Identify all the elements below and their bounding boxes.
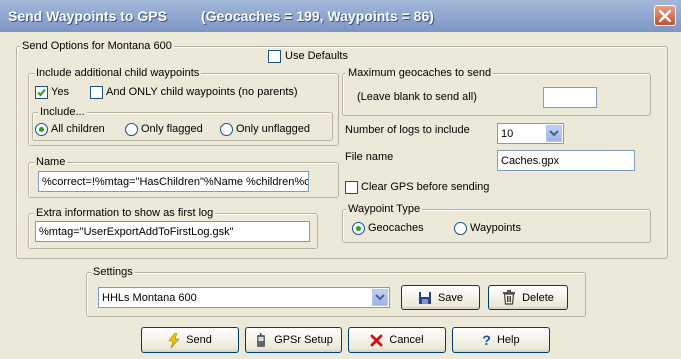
only-flagged-label: Only flagged — [141, 123, 203, 135]
logs-dropdown-arrow[interactable] — [546, 125, 562, 142]
extra-info-label: Extra information to show as first log — [34, 207, 216, 219]
chevron-down-icon — [375, 294, 385, 301]
lightning-icon — [168, 332, 180, 348]
waypoints-label: Waypoints — [470, 222, 521, 234]
logs-select[interactable]: 10 — [497, 123, 564, 144]
cancel-button[interactable]: Cancel — [348, 327, 446, 353]
question-mark-icon: ? — [482, 332, 491, 348]
gps-device-icon — [257, 332, 266, 347]
file-name-input[interactable]: Caches.gpx — [497, 150, 635, 171]
waypoints-radio[interactable] — [454, 222, 467, 235]
all-children-label: All children — [51, 123, 105, 135]
settings-dropdown-arrow[interactable] — [372, 289, 388, 306]
help-label: Help — [496, 334, 520, 346]
all-children-radio[interactable] — [35, 123, 48, 136]
send-options-label: Send Options for Montana 600 — [20, 40, 174, 52]
name-input[interactable]: %correct=!%mtag="HasChildren"%Name %chil… — [38, 171, 309, 192]
waypoint-type-label: Waypoint Type — [346, 203, 423, 215]
file-name-label: File name — [345, 151, 394, 163]
close-button[interactable] — [654, 5, 676, 26]
close-icon — [659, 10, 671, 22]
geocaches-label: Geocaches — [368, 222, 424, 234]
yes-label: Yes — [51, 86, 69, 98]
red-x-icon — [370, 334, 383, 346]
only-flagged-radio[interactable] — [125, 123, 138, 136]
delete-label: Delete — [522, 291, 554, 304]
gpsr-setup-label: GPSr Setup — [274, 334, 333, 346]
max-geocaches-hint: (Leave blank to send all) — [357, 91, 477, 103]
save-label: Save — [437, 291, 464, 304]
only-child-label: And ONLY child waypoints (no parents) — [106, 86, 298, 98]
help-button[interactable]: ? Help — [452, 327, 550, 353]
send-button[interactable]: Send — [141, 327, 239, 353]
logs-value: 10 — [501, 128, 514, 140]
child-waypoints-label: Include additional child waypoints — [34, 67, 202, 79]
settings-label: Settings — [91, 266, 135, 278]
use-defaults-checkbox[interactable] — [268, 50, 281, 63]
logs-label: Number of logs to include — [345, 124, 470, 136]
cancel-label: Cancel — [389, 334, 424, 346]
max-geocaches-label: Maximum geocaches to send — [346, 67, 494, 79]
checkmark-icon — [37, 88, 46, 97]
only-unflagged-label: Only unflagged — [236, 123, 310, 135]
settings-value: HHLs Montana 600 — [102, 292, 197, 304]
gpsr-setup-button[interactable]: GPSr Setup — [245, 327, 342, 353]
settings-select[interactable]: HHLs Montana 600 — [98, 287, 390, 308]
title-bar[interactable]: Send Waypoints to GPS (Geocaches = 199, … — [0, 0, 681, 32]
only-child-checkbox[interactable] — [90, 86, 103, 99]
yes-checkbox[interactable] — [35, 86, 48, 99]
delete-button[interactable]: Delete — [488, 285, 568, 310]
window-counts: (Geocaches = 199, Waypoints = 86) — [201, 8, 434, 24]
only-unflagged-radio[interactable] — [220, 123, 233, 136]
window-title: Send Waypoints to GPS — [8, 8, 167, 24]
geocaches-radio[interactable] — [352, 222, 365, 235]
save-button[interactable]: Save — [401, 285, 480, 310]
send-label: Send — [186, 334, 212, 346]
chevron-down-icon — [549, 130, 559, 137]
clear-gps-label: Clear GPS before sending — [361, 181, 490, 193]
clear-gps-checkbox[interactable] — [345, 181, 358, 194]
extra-info-input[interactable]: %mtag="UserExportAddToFirstLog.gsk" — [35, 221, 310, 242]
max-geocaches-input[interactable] — [543, 87, 597, 108]
trash-can-icon — [503, 290, 516, 305]
use-defaults-label: Use Defaults — [285, 50, 348, 62]
include-label: Include... — [38, 106, 87, 118]
name-group-label: Name — [34, 156, 68, 168]
floppy-disk-icon — [418, 291, 431, 304]
